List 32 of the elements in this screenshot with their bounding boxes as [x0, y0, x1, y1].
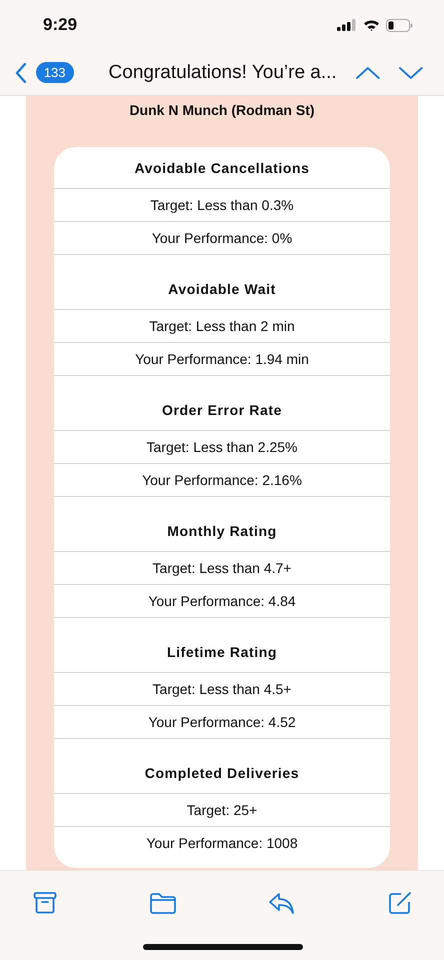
unread-count-badge[interactable]: 133	[36, 62, 74, 83]
metric-target: Target: Less than 4.7+	[54, 552, 390, 585]
metric-title: Lifetime Rating	[54, 618, 390, 673]
metric-title: Avoidable Wait	[54, 255, 390, 310]
compose-icon[interactable]	[388, 891, 412, 915]
next-icon[interactable]	[398, 66, 424, 80]
email-subject: Congratulations! You’re a...	[108, 62, 337, 84]
reply-icon[interactable]	[268, 891, 296, 915]
metric-performance: Your Performance: 1008	[145, 834, 299, 853]
metric-title: Order Error Rate	[54, 376, 390, 431]
metric-title: Completed Deliveries	[54, 739, 390, 794]
metric-target: Target: 25+	[54, 794, 390, 827]
metric-performance: Your Performance: 0%	[54, 222, 390, 255]
archive-icon[interactable]	[33, 891, 57, 915]
folder-icon[interactable]	[148, 891, 177, 915]
signal-icon	[337, 19, 357, 31]
metric-performance: Your Performance: 4.84	[54, 585, 390, 618]
metric-target: Target: Less than 2 min	[54, 310, 390, 343]
previous-icon[interactable]	[354, 66, 380, 80]
wifi-icon	[363, 19, 380, 31]
store-name: Dunk N Munch (Rodman St)	[128, 101, 316, 120]
metric-title: Monthly Rating	[54, 497, 390, 552]
metric-performance: Your Performance: 4.52	[54, 706, 390, 739]
metric-title: Avoidable Cancellations	[54, 147, 390, 189]
battery-icon	[386, 18, 413, 32]
back-icon[interactable]	[15, 62, 27, 84]
metric-target: Target: Less than 2.25%	[54, 431, 390, 464]
metric-target: Target: Less than 0.3%	[54, 189, 390, 222]
status-time: 9:29	[43, 15, 78, 35]
metric-target: Target: Less than 4.5+	[54, 673, 390, 706]
metric-performance: Your Performance: 1.94 min	[54, 343, 390, 376]
metric-performance: Your Performance: 2.16%	[54, 464, 390, 497]
